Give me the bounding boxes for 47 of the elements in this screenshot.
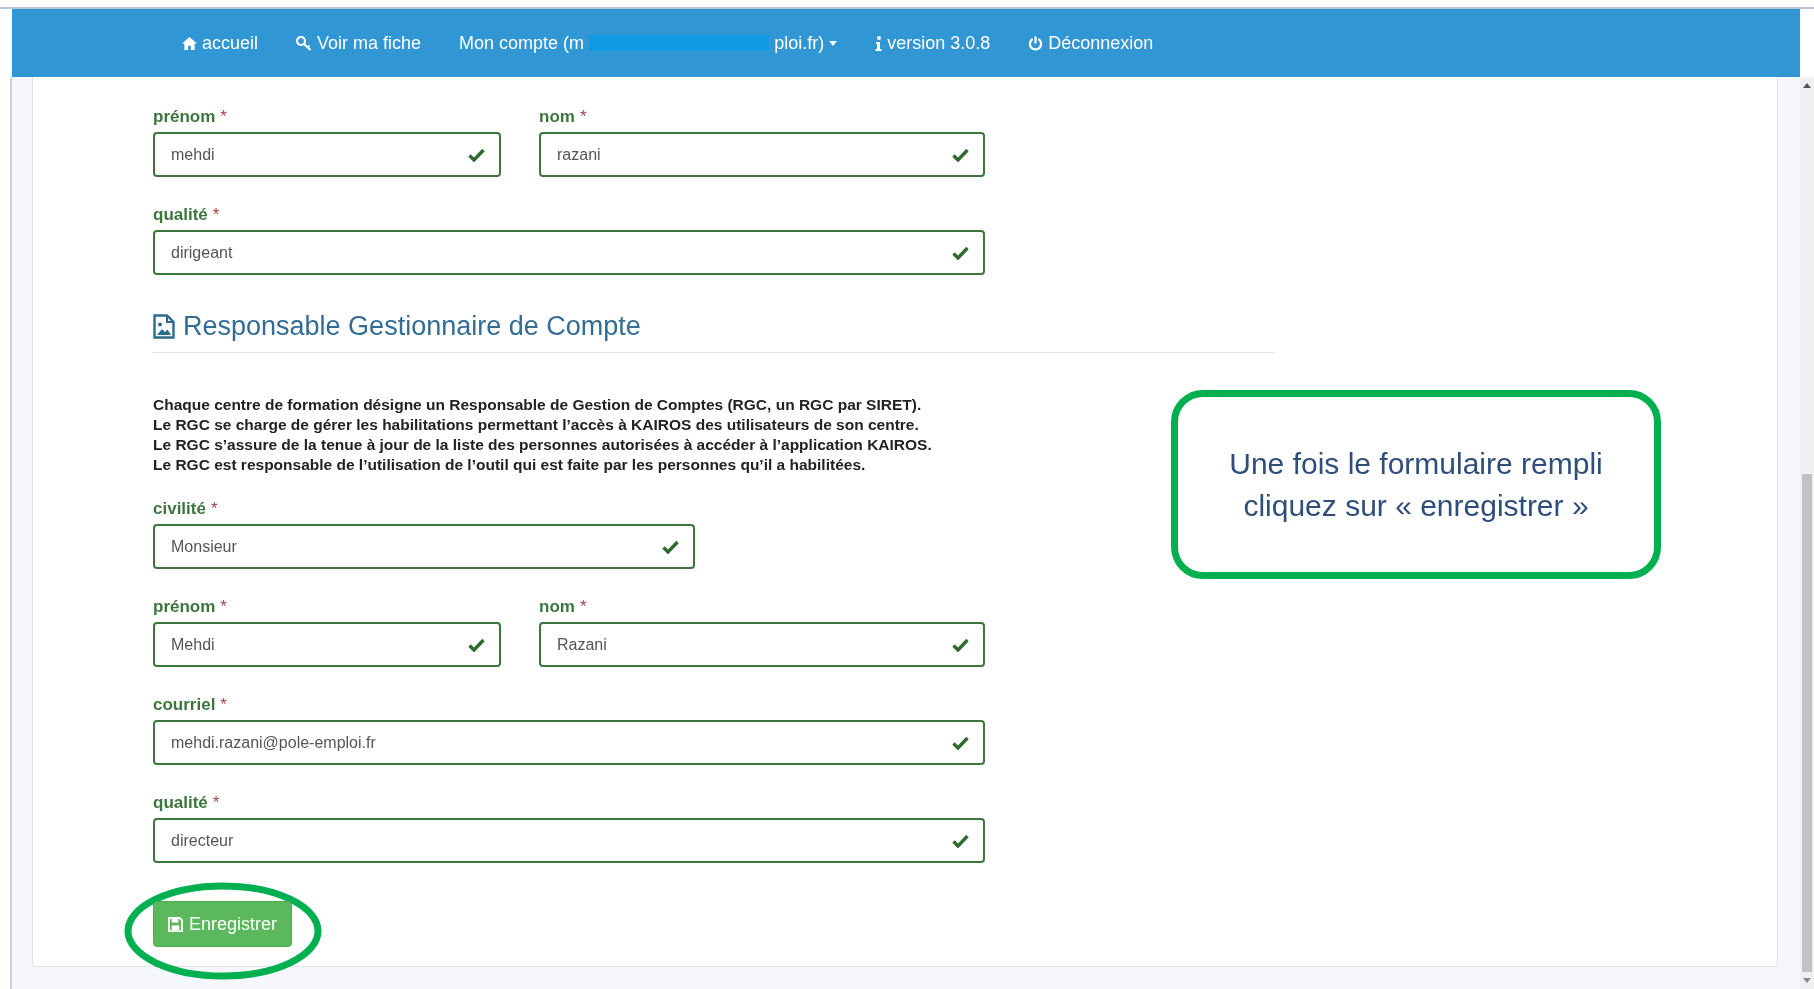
description-text: Le RGC est responsable de l’utilisation de l’outil qui est faite par les personnes qu’il a habilitées. xyxy=(153,455,867,475)
input-field[interactable]: dirigeant xyxy=(153,230,985,275)
field-label: nom xyxy=(539,107,575,127)
required-asterisk: * xyxy=(579,107,587,127)
required-asterisk: * xyxy=(579,597,587,617)
required-asterisk: * xyxy=(220,695,227,715)
home-icon xyxy=(182,36,197,50)
description-text: Le RGC s’assure de la tenue à jour de la liste des personnes autorisées à accéder à l’application KAIROS. xyxy=(153,435,933,455)
input-field[interactable]: razani xyxy=(539,132,985,177)
select-field[interactable]: Monsieur xyxy=(153,524,695,569)
callout-text: Une fois le formulaire rempli xyxy=(1229,446,1603,481)
field-label: courriel xyxy=(153,695,216,715)
image-file-icon xyxy=(153,314,175,339)
check-icon xyxy=(952,245,969,260)
field-label: nom xyxy=(539,597,575,617)
required-asterisk: * xyxy=(220,597,227,617)
field-label: prénom xyxy=(153,107,216,127)
check-icon xyxy=(468,147,485,162)
field-label: qualité xyxy=(153,205,208,225)
scroll-down-icon[interactable] xyxy=(1803,978,1811,983)
required-asterisk: * xyxy=(212,205,220,225)
check-icon xyxy=(952,637,969,652)
scroll-up-icon[interactable] xyxy=(1803,83,1811,88)
required-asterisk: * xyxy=(212,793,220,813)
description-text: Chaque centre de formation désigne un Responsable de Gestion de Comptes (RGC, un RGC par SIRET). xyxy=(153,395,923,415)
input-field[interactable]: mehdi xyxy=(153,132,501,177)
field-label: qualité xyxy=(153,793,208,813)
required-asterisk: * xyxy=(220,107,227,127)
section-heading: Responsable Gestionnaire de Compte xyxy=(183,311,641,342)
required-asterisk: * xyxy=(210,499,218,519)
input-field[interactable]: directeur xyxy=(153,818,985,863)
check-icon xyxy=(952,833,969,848)
info-icon xyxy=(875,35,883,51)
field-label: civilité xyxy=(153,499,206,519)
input-field[interactable]: Razani xyxy=(539,622,985,667)
scrollbar[interactable] xyxy=(1800,77,1814,989)
callout-text: cliquez sur « enregistrer » xyxy=(1243,488,1589,523)
check-icon xyxy=(952,147,969,162)
key-icon xyxy=(296,35,313,51)
description-text: Le RGC se charge de gérer les habilitations permettant l’accès à KAIROS des utilisateurs de son centre. xyxy=(153,415,920,435)
power-icon xyxy=(1028,35,1044,51)
input-field[interactable]: Mehdi xyxy=(153,622,501,667)
check-icon xyxy=(662,539,679,554)
input-field[interactable]: mehdi.razani@pole-emploi.fr xyxy=(153,720,985,765)
check-icon xyxy=(468,637,485,652)
check-icon xyxy=(952,735,969,750)
field-label: prénom xyxy=(153,597,216,617)
